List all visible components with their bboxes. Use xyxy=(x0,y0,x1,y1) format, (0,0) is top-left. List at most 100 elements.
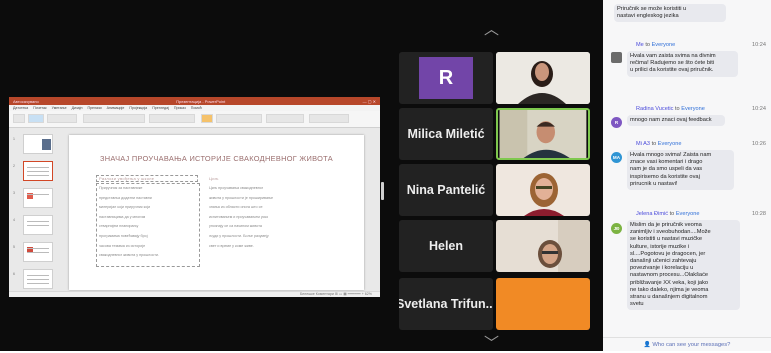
footer-text: Who can see your messages? xyxy=(652,341,731,348)
message-bubble: Hvala vam zaista svima na divnim rečima!… xyxy=(627,51,738,77)
slide-thumbnail[interactable] xyxy=(23,242,53,262)
titlebar-center: Презентација - PowerPoint xyxy=(176,98,226,104)
layout-group[interactable] xyxy=(47,114,77,123)
participant-video-off[interactable] xyxy=(496,278,590,330)
who-can-see-link[interactable]: 👤 Who can see your messages? xyxy=(644,342,731,348)
avatar: MA xyxy=(611,152,622,163)
slide-number: 4 xyxy=(13,218,15,222)
participant-video-2[interactable] xyxy=(496,108,590,160)
sender-name: Mi A3 xyxy=(636,141,650,147)
slide-thumbnail[interactable] xyxy=(23,269,53,289)
avatar: JĐ xyxy=(611,223,622,234)
message-line: stranu u današnjem digitalnom xyxy=(630,294,708,301)
recipient-name: Everyone xyxy=(657,141,682,147)
message-time: 10:24 xyxy=(752,106,766,112)
menu-item[interactable]: Прелази xyxy=(87,106,101,110)
participant-video-4[interactable] xyxy=(496,220,590,272)
message-line: nam je da smo uspeli da vas xyxy=(630,166,703,173)
participant-tile-nina[interactable]: Nina Pantelić xyxy=(399,164,493,216)
slide-right-text: Циљ проучавања свакодневног живота у про… xyxy=(209,186,274,248)
participant-name: Milica Miletić xyxy=(407,127,485,141)
person-video-icon xyxy=(496,52,590,104)
message-line: mnogo nam znaci ovaj feedback xyxy=(630,117,712,123)
participant-tile-r[interactable]: R xyxy=(399,52,493,104)
powerpoint-statusbar: Белешке Коментари ⊞ ▭ ▦ ━━━━━━ + 62% xyxy=(9,291,380,297)
menu-item[interactable]: Почетак xyxy=(33,106,46,110)
message-line: inspirisemo da koristite ovaj xyxy=(630,173,700,180)
recipient-name: Everyone xyxy=(681,106,705,112)
message-header: Radina Vucetic to Everyone xyxy=(636,106,705,112)
menu-item[interactable]: Анимације xyxy=(107,106,125,110)
to-label: to xyxy=(645,42,651,48)
menu-item[interactable]: Дизајн xyxy=(72,106,83,110)
chevron-down-icon[interactable]: ﹀ xyxy=(484,332,499,353)
participant-tile-svetlana[interactable]: Svetlana Trifun... xyxy=(399,278,493,330)
message-line: ne tako daleko, njima je veoma xyxy=(630,286,709,293)
participant-tile-milica[interactable]: Milica Miletić xyxy=(399,108,493,160)
avatar-initial: R xyxy=(438,66,454,89)
menu-item[interactable]: Датотека xyxy=(13,106,28,110)
slide-number: 3 xyxy=(13,191,15,195)
message-line: sl....Pogotovu je dragocen, jer xyxy=(630,250,706,257)
message-line: rečima! Radujemo se što ćete biti xyxy=(630,60,715,67)
menu-item[interactable]: Прегледај xyxy=(152,106,169,110)
current-slide[interactable]: ЗНАЧАЈ ПРОУЧАВАЊА ИСТОРИЈЕ СВАКОДНЕВНОГ … xyxy=(69,135,364,290)
message-line: u prilici da koristite ovaj priručnik. xyxy=(630,67,714,74)
powerpoint-workspace: 1 2 3 4 5 6 ЗНАЧАЈ ПРОУЧАВАЊА ИСТОРИЈЕ С… xyxy=(9,128,380,291)
recipient-name: Everyone xyxy=(651,42,676,48)
participant-video-3[interactable] xyxy=(496,164,590,216)
message-header: Jelena Đimić to Everyone xyxy=(636,211,699,217)
shared-screen: Автосачувано Презентација - PowerPoint —… xyxy=(9,97,380,297)
message-bubble: mnogo nam znaci ovaj feedback xyxy=(627,115,725,127)
slide-number: 2 xyxy=(13,164,15,168)
message-line: nastavi engleskog jezika xyxy=(617,13,679,20)
drawing-group[interactable] xyxy=(216,114,262,123)
slide-thumbnail[interactable] xyxy=(23,215,53,235)
menu-item[interactable]: Приказ xyxy=(174,106,186,110)
message-line: prirucnik u nastavi! xyxy=(630,180,678,187)
slide-number: 1 xyxy=(13,137,15,141)
titlebar-left: Автосачувано xyxy=(13,98,39,104)
new-slide-button[interactable] xyxy=(28,114,44,123)
message-line: svetu xyxy=(630,301,644,308)
slide-thumbnail[interactable] xyxy=(23,188,53,208)
message-line: Hvala vam zaista svima na divnim xyxy=(630,53,716,59)
sender-name: Radina Vucetic xyxy=(636,106,674,112)
participant-video-1[interactable] xyxy=(496,52,590,104)
paste-button[interactable] xyxy=(13,114,25,123)
slide-left-text: Приручник за наставнике представља додат… xyxy=(99,186,160,258)
person-video-icon xyxy=(499,110,587,158)
message-line: približavanje XX veka, koji jako xyxy=(630,279,709,286)
message-line: nastavnom procesu...Olakšaće xyxy=(630,272,709,279)
menu-item[interactable]: Помоћ xyxy=(191,106,202,110)
to-label: to xyxy=(651,141,657,147)
slide-thumbnail[interactable] xyxy=(23,134,53,154)
window-controls-icon[interactable]: — ▢ ✕ xyxy=(363,99,376,104)
message-line: povezivanje i korelaciju u xyxy=(630,265,694,272)
person-video-icon xyxy=(496,220,590,272)
participant-name: Svetlana Trifun... xyxy=(399,297,493,311)
font-group[interactable] xyxy=(83,114,145,123)
message-bubble: Priručnik se može koristiti u nastavi en… xyxy=(614,4,726,23)
avatar: R xyxy=(611,117,622,128)
chat-panel: Priručnik se može koristiti u nastavi en… xyxy=(603,0,771,351)
chevron-up-icon[interactable]: ︿ xyxy=(484,18,499,39)
slide-thumbnail-selected[interactable] xyxy=(23,161,53,181)
shape-format-group[interactable] xyxy=(266,114,304,123)
message-bubble: Hvala mnogo svima! Zaista nam znace vasi… xyxy=(627,150,734,191)
editing-group[interactable] xyxy=(309,114,349,123)
message-line: se koristiti u nastavi muzičke xyxy=(630,236,703,243)
powerpoint-ribbon xyxy=(9,111,380,128)
message-line: Priručnik se može koristiti u xyxy=(617,6,687,12)
shapes-button[interactable] xyxy=(201,114,213,123)
menu-item[interactable]: Уметање xyxy=(52,106,67,110)
menu-item[interactable]: Пројекција xyxy=(129,106,147,110)
to-label: to xyxy=(674,106,680,112)
paragraph-group[interactable] xyxy=(149,114,195,123)
statusbar-text: Белешке Коментари ⊞ ▭ ▦ ━━━━━━ + 62% xyxy=(299,292,372,296)
message-line: današnji učenici zahtevaju xyxy=(630,258,697,265)
participant-tile-helen[interactable]: Helen xyxy=(399,220,493,272)
panel-resize-handle[interactable] xyxy=(381,182,384,200)
message-line: znace vasi komentari i drago xyxy=(630,159,703,166)
message-time: 10:24 xyxy=(752,42,766,48)
